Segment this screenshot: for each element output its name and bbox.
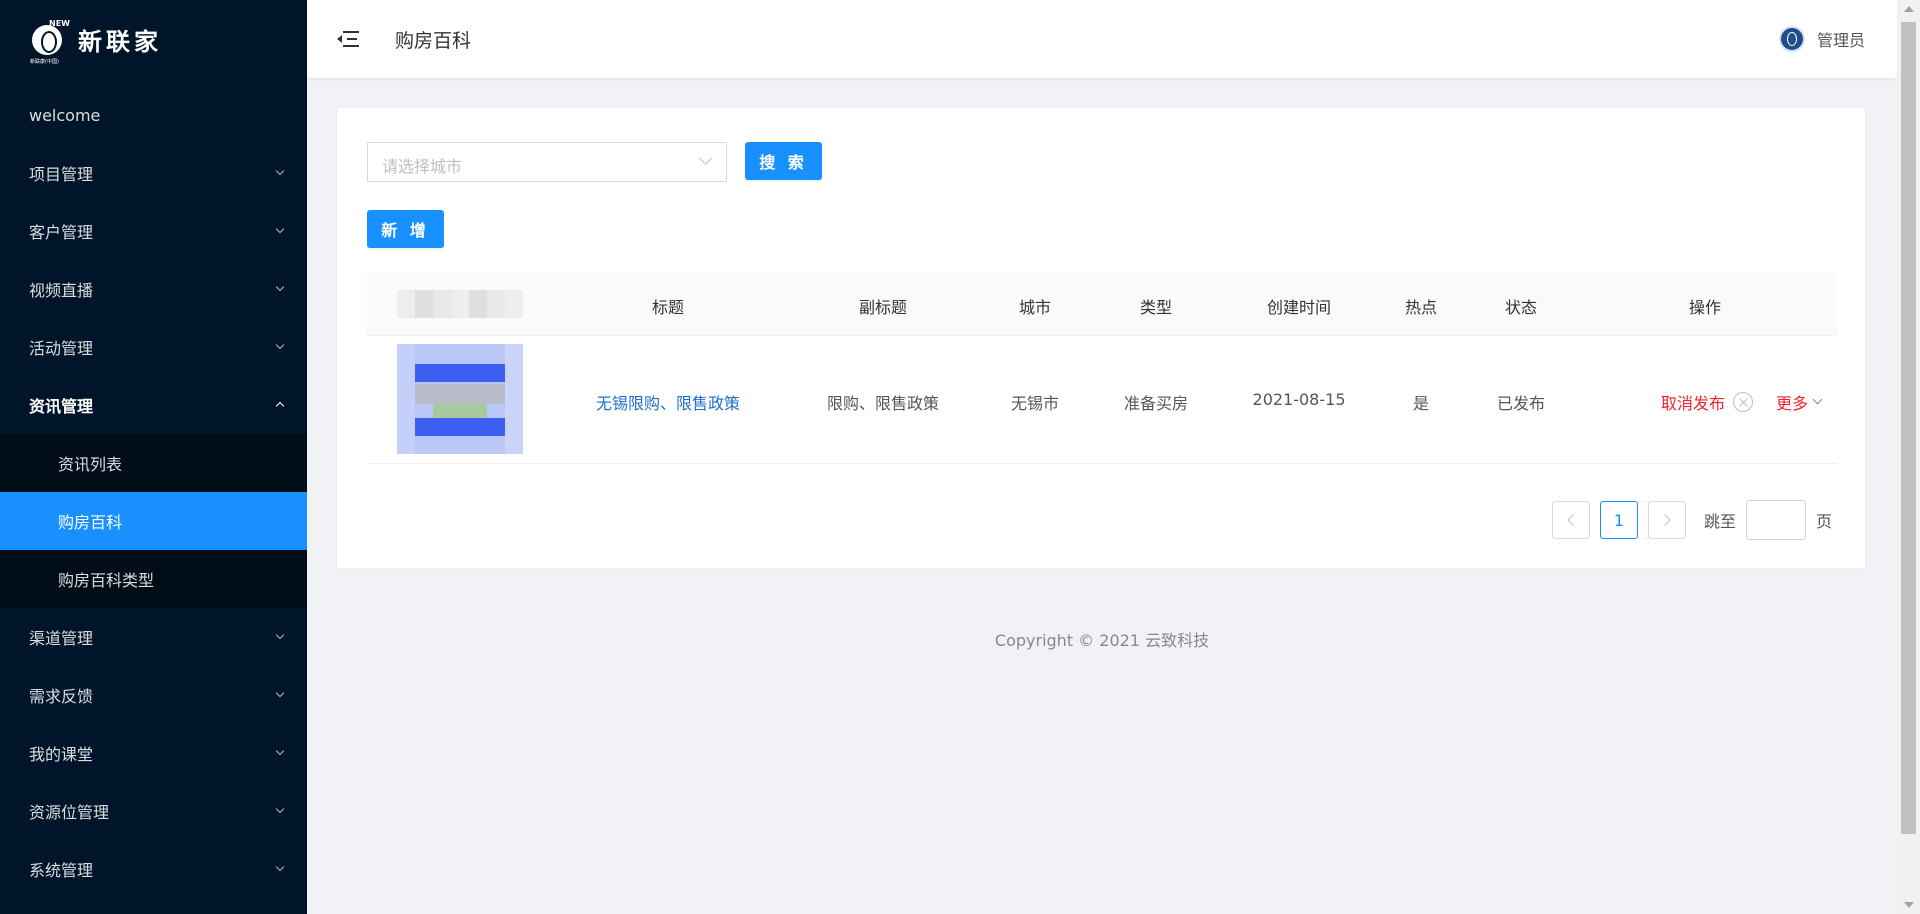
user-menu[interactable]: 管理员 xyxy=(1778,26,1865,52)
sidebar-item-news[interactable]: 资讯管理 xyxy=(0,376,307,434)
header: 购房百科 管理员 xyxy=(307,0,1897,78)
logo-subtext: 新联康(中国) xyxy=(30,59,59,65)
row-thumbnail-image xyxy=(397,344,523,454)
cancel-publish-label: 取消发布 xyxy=(1661,394,1726,413)
prev-page-button[interactable] xyxy=(1552,501,1590,539)
jump-label: 跳至 xyxy=(1704,512,1737,531)
logo-badge: NEW xyxy=(49,19,70,28)
row-status: 已发布 xyxy=(1496,394,1546,413)
data-table: 标题 副标题 城市 类型 创建时间 热点 状态 操作 无锡限购、限售政策 限购、… xyxy=(367,272,1837,464)
column-header-city: 城市 xyxy=(1018,298,1052,317)
page-title: 购房百科 xyxy=(395,29,472,52)
submenu-item-house-wiki-type[interactable]: 购房百科类型 xyxy=(0,550,307,608)
logo-globe-icon: NEW 新联康(中国) xyxy=(30,19,70,65)
row-title-link[interactable]: 无锡限购、限售政策 xyxy=(596,390,740,414)
submenu-item-label: 资讯列表 xyxy=(58,455,123,474)
row-created: 2021-08-15 xyxy=(1252,390,1346,409)
news-submenu: 资讯列表 购房百科 购房百科类型 xyxy=(0,434,307,608)
close-circle-icon xyxy=(1733,392,1754,412)
page-number-button[interactable]: 1 xyxy=(1600,501,1638,539)
row-type: 准备买房 xyxy=(1123,394,1189,413)
page-label: 页 xyxy=(1816,512,1833,531)
content-card: 请选择城市 搜 索 新 增 标题 副标题 城市 类型 创建时间 热点 状态 操作… xyxy=(336,107,1866,569)
user-name: 管理员 xyxy=(1816,31,1865,50)
cancel-publish-button[interactable]: 取消发布 xyxy=(1661,390,1754,414)
table-row: 无锡限购、限售政策 限购、限售政策 无锡市 准备买房 2021-08-15 是 … xyxy=(367,336,1837,464)
sidebar: NEW 新联康(中国) 新联家 welcome 项目管理 客户管理 视频直播 活… xyxy=(0,0,307,914)
sidebar-item-label: 项目管理 xyxy=(29,165,94,184)
sidebar-menu: welcome 项目管理 客户管理 视频直播 活动管理 资讯管理 资讯列表 购房… xyxy=(0,86,307,898)
city-select[interactable]: 请选择城市 xyxy=(367,142,727,182)
column-header-type: 类型 xyxy=(1139,298,1173,317)
sidebar-item-project[interactable]: 项目管理 xyxy=(0,144,307,202)
sidebar-item-label: 我的课堂 xyxy=(29,745,94,764)
column-header-hot: 热点 xyxy=(1404,298,1438,317)
sidebar-item-label: 活动管理 xyxy=(29,339,94,358)
page-scrollbar[interactable] xyxy=(1897,0,1920,914)
chevron-down-icon xyxy=(275,748,285,758)
submenu-item-label: 购房百科 xyxy=(58,513,123,532)
chevron-down-icon xyxy=(275,168,285,178)
chevron-down-icon xyxy=(275,806,285,816)
submenu-item-label: 购房百科类型 xyxy=(58,571,155,590)
scroll-down-icon[interactable] xyxy=(1904,902,1914,908)
sidebar-item-label: 资源位管理 xyxy=(29,803,110,822)
sidebar-item-live[interactable]: 视频直播 xyxy=(0,260,307,318)
sidebar-item-activity[interactable]: 活动管理 xyxy=(0,318,307,376)
chevron-down-icon xyxy=(275,690,285,700)
sidebar-item-label: welcome xyxy=(29,105,101,125)
chevron-up-icon xyxy=(275,400,285,410)
column-header-title: 标题 xyxy=(651,298,685,317)
chevron-down-icon xyxy=(275,342,285,352)
jump-page-input[interactable] xyxy=(1746,500,1807,540)
sidebar-item-welcome[interactable]: welcome xyxy=(0,86,307,144)
avatar xyxy=(1778,26,1805,52)
sidebar-item-classroom[interactable]: 我的课堂 xyxy=(0,724,307,782)
logo-text: 新联家 xyxy=(78,27,162,56)
scrollbar-thumb[interactable] xyxy=(1901,22,1916,834)
table-header: 标题 副标题 城市 类型 创建时间 热点 状态 操作 xyxy=(367,272,1837,336)
chevron-right-icon xyxy=(1659,514,1671,526)
more-label: 更多 xyxy=(1776,394,1809,413)
row-city: 无锡市 xyxy=(1010,394,1060,413)
chevron-down-icon xyxy=(275,632,285,642)
row-hot: 是 xyxy=(1412,394,1430,413)
column-header-created: 创建时间 xyxy=(1266,298,1332,317)
next-page-button[interactable] xyxy=(1648,501,1686,539)
sidebar-item-channel[interactable]: 渠道管理 xyxy=(0,608,307,666)
sidebar-item-customer[interactable]: 客户管理 xyxy=(0,202,307,260)
sidebar-item-label: 渠道管理 xyxy=(29,629,94,648)
menu-fold-icon[interactable] xyxy=(337,30,359,48)
submenu-item-news-list[interactable]: 资讯列表 xyxy=(0,434,307,492)
image-column-header xyxy=(397,290,523,318)
chevron-left-icon xyxy=(1567,514,1579,526)
sidebar-item-label: 客户管理 xyxy=(29,223,94,242)
search-button[interactable]: 搜 索 xyxy=(745,142,822,180)
logo[interactable]: NEW 新联康(中国) 新联家 xyxy=(0,0,307,78)
chevron-down-icon xyxy=(275,226,285,236)
submenu-item-house-wiki[interactable]: 购房百科 xyxy=(0,492,307,550)
sidebar-item-system[interactable]: 系统管理 xyxy=(0,840,307,898)
column-header-subtitle: 副标题 xyxy=(858,298,908,317)
sidebar-item-label: 系统管理 xyxy=(29,861,94,880)
sidebar-item-resource[interactable]: 资源位管理 xyxy=(0,782,307,840)
footer-copyright: Copyright © 2021 云致科技 xyxy=(994,631,1210,650)
sidebar-item-feedback[interactable]: 需求反馈 xyxy=(0,666,307,724)
chevron-down-icon xyxy=(700,154,710,164)
chevron-down-icon xyxy=(275,284,285,294)
column-header-status: 状态 xyxy=(1504,298,1538,317)
pagination: 1 跳至 页 xyxy=(1552,500,1832,540)
chevron-down-icon xyxy=(275,864,285,874)
sidebar-item-label: 需求反馈 xyxy=(29,687,94,706)
sidebar-item-label: 视频直播 xyxy=(29,281,94,300)
sidebar-item-label: 资讯管理 xyxy=(29,397,94,416)
column-header-actions: 操作 xyxy=(1688,298,1722,317)
scroll-up-icon[interactable] xyxy=(1904,6,1914,12)
city-select-placeholder: 请选择城市 xyxy=(382,157,463,176)
chevron-down-icon xyxy=(1814,396,1822,404)
add-button[interactable]: 新 增 xyxy=(367,210,444,248)
row-subtitle: 限购、限售政策 xyxy=(826,394,940,413)
more-dropdown[interactable]: 更多 xyxy=(1776,390,1822,414)
